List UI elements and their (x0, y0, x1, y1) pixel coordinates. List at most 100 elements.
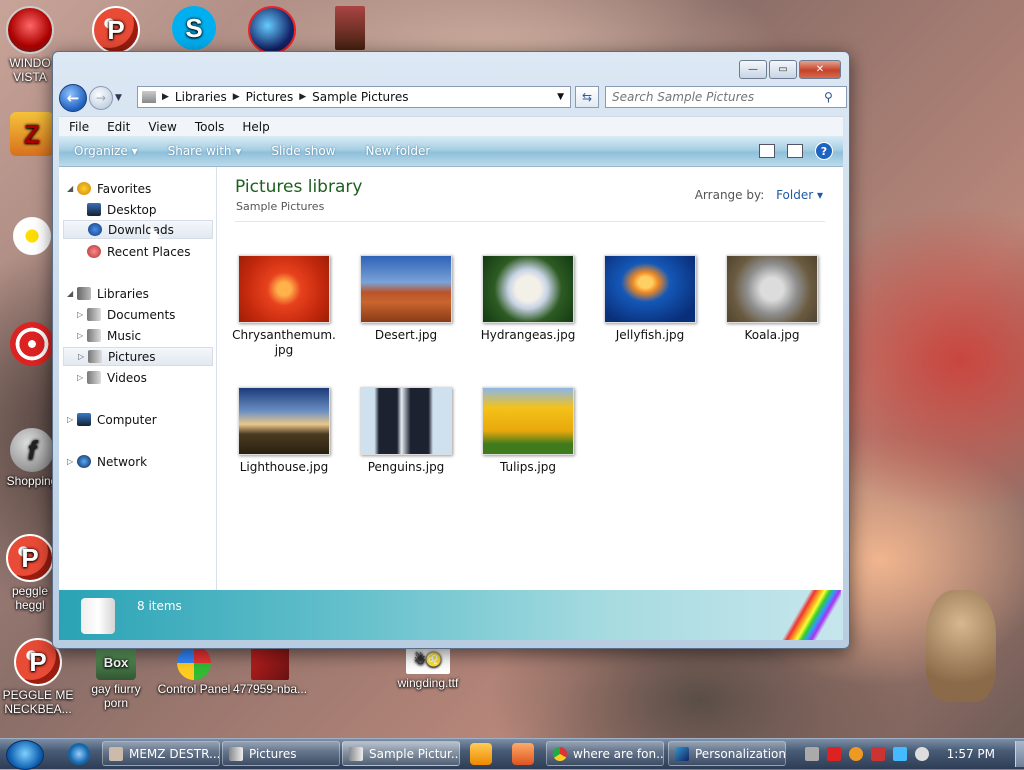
desktop-icon-label: 477959-nba... (232, 682, 308, 696)
breadcrumb-sample-pictures[interactable]: Sample Pictures (306, 90, 414, 104)
search-box[interactable]: ⚲ (605, 86, 847, 108)
expand-icon[interactable]: ▷ (78, 352, 88, 361)
refresh-button[interactable]: ⇆ (575, 86, 599, 108)
nav-desktop[interactable]: Desktop (87, 200, 157, 219)
search-tray-icon[interactable] (848, 747, 863, 761)
preview-pane-icon[interactable] (787, 144, 803, 158)
expand-icon[interactable]: ▷ (67, 415, 77, 424)
desktop-icon-nba[interactable]: 477959-nba... (232, 646, 308, 696)
app-icon[interactable] (512, 743, 534, 765)
memz-icon (109, 747, 123, 761)
close-button[interactable]: ✕ (799, 60, 841, 79)
network-tray-icon[interactable] (892, 747, 907, 761)
forward-button[interactable]: → (89, 86, 113, 110)
file-hydrangeas[interactable]: Hydrangeas.jpg (473, 255, 583, 343)
nav-network[interactable]: ▷ Network (67, 452, 147, 471)
breadcrumb-pictures[interactable]: Pictures (240, 90, 300, 104)
details-pane: 8 items (59, 590, 843, 640)
show-desktop-button[interactable] (1015, 741, 1024, 767)
start-button[interactable] (6, 740, 44, 770)
file-tulips[interactable]: Tulips.jpg (473, 387, 583, 475)
desktop-icon-label: PEGGLE ME NECKBEA... (2, 688, 74, 716)
file-name: Desert.jpg (374, 328, 438, 342)
desktop-icon-peggle-me[interactable]: P PEGGLE ME NECKBEA... (0, 638, 76, 716)
menu-help[interactable]: Help (232, 120, 277, 134)
taskbar-chrome[interactable]: where are fon... (546, 741, 664, 766)
menu-edit[interactable]: Edit (97, 120, 138, 134)
desktop-icon-box[interactable]: Box gay fiurry porn (78, 646, 154, 710)
nav-favorites[interactable]: ◢ Favorites (67, 179, 151, 198)
taskbar-pictures[interactable]: Pictures (222, 741, 340, 766)
globe-icon (248, 6, 296, 54)
breadcrumb-separator[interactable]: ▶ (299, 92, 306, 102)
organize-button[interactable]: Organize ▾ (59, 144, 153, 158)
ie-icon[interactable] (68, 743, 90, 765)
folder-icon (229, 747, 243, 761)
share-with-button[interactable]: Share with ▾ (153, 144, 257, 158)
flag-icon[interactable] (870, 747, 885, 761)
recent-pages-dropdown[interactable]: ▼ (115, 93, 125, 103)
downloads-icon (88, 223, 102, 236)
file-name-cont: jpg (274, 343, 294, 357)
taskbar-sample-pictures[interactable]: Sample Pictur... (342, 741, 460, 766)
antivirus-icon[interactable] (826, 747, 841, 761)
back-button[interactable]: ← (59, 84, 87, 112)
nav-documents[interactable]: ▷ Documents (77, 305, 175, 324)
expand-icon[interactable]: ▷ (77, 310, 87, 319)
peggle-icon: P (6, 534, 54, 582)
menu-file[interactable]: File (59, 120, 97, 134)
minimize-button[interactable]: — (739, 60, 767, 79)
file-penguins[interactable]: Penguins.jpg (351, 387, 461, 475)
desktop-icon-game[interactable] (312, 6, 388, 52)
change-view-icon[interactable] (759, 144, 775, 158)
desktop-icon-control-panel[interactable]: Control Panel (156, 646, 232, 696)
new-folder-button[interactable]: New folder (350, 144, 445, 158)
desktop-icon-globe[interactable] (234, 6, 310, 56)
address-bar[interactable]: ▶ Libraries ▶ Pictures ▶ Sample Pictures… (137, 86, 571, 108)
help-icon[interactable]: ? (815, 142, 833, 160)
volume-icon[interactable] (914, 747, 929, 761)
slide-show-button[interactable]: Slide show (256, 144, 350, 158)
desktop-icon-label: Control Panel (157, 682, 231, 696)
clock[interactable]: 1:57 PM (947, 747, 995, 761)
menu-view[interactable]: View (138, 120, 184, 134)
file-jellyfish[interactable]: Jellyfish.jpg (595, 255, 705, 343)
nav-label: Downloads (108, 222, 174, 237)
nav-videos[interactable]: ▷ Videos (77, 368, 147, 387)
file-chrysanthemum[interactable]: Chrysanthemum. jpg (229, 255, 339, 358)
file-koala[interactable]: Koala.jpg (717, 255, 827, 343)
search-icon[interactable]: ⚲ (824, 90, 833, 104)
tray-icon-1[interactable] (804, 747, 819, 761)
explorer-window: — ▭ ✕ ← → ▼ ▶ Libraries ▶ Pictures ▶ Sam… (52, 51, 850, 649)
thumbnail-penguins (360, 387, 452, 455)
desktop-icon-peggle-top[interactable]: P (78, 6, 154, 56)
expand-icon[interactable]: ▷ (77, 373, 87, 382)
expand-icon[interactable]: ▷ (67, 457, 77, 466)
taskbar-personalization[interactable]: Personalization (668, 741, 786, 766)
nav-music[interactable]: ▷ Music (77, 326, 141, 345)
desktop-icon-wingding[interactable]: ☃♌ wingding.ttf (390, 646, 466, 690)
nav-computer[interactable]: ▷ Computer (67, 410, 157, 429)
maximize-button[interactable]: ▭ (769, 60, 797, 79)
file-lighthouse[interactable]: Lighthouse.jpg (229, 387, 339, 475)
address-dropdown-icon[interactable]: ▼ (557, 92, 564, 102)
nav-pictures[interactable]: ▷ Pictures (63, 347, 213, 366)
breadcrumb-separator[interactable]: ▶ (233, 92, 240, 102)
breadcrumb-separator[interactable]: ▶ (162, 92, 169, 102)
file-desert[interactable]: Desert.jpg (351, 255, 461, 343)
collapse-icon[interactable]: ◢ (67, 184, 77, 193)
search-input[interactable] (606, 89, 824, 105)
breadcrumb-libraries[interactable]: Libraries (169, 90, 233, 104)
collapse-icon[interactable]: ◢ (67, 289, 77, 298)
nav-recent-places[interactable]: Recent Places (87, 242, 190, 261)
media-player-icon[interactable] (470, 743, 492, 765)
taskbar-label: Pictures (249, 746, 297, 761)
desktop-icon-skype[interactable]: S (156, 6, 232, 52)
arrange-dropdown[interactable]: Folder ▾ (776, 188, 823, 202)
library-subtitle[interactable]: Sample Pictures (236, 200, 324, 213)
taskbar-memz[interactable]: MEMZ DESTR... (102, 741, 220, 766)
expand-icon[interactable]: ▷ (77, 331, 87, 340)
menu-tools[interactable]: Tools (185, 120, 233, 134)
nav-downloads[interactable]: Downloads (63, 220, 213, 239)
nav-libraries[interactable]: ◢ Libraries (67, 284, 149, 303)
